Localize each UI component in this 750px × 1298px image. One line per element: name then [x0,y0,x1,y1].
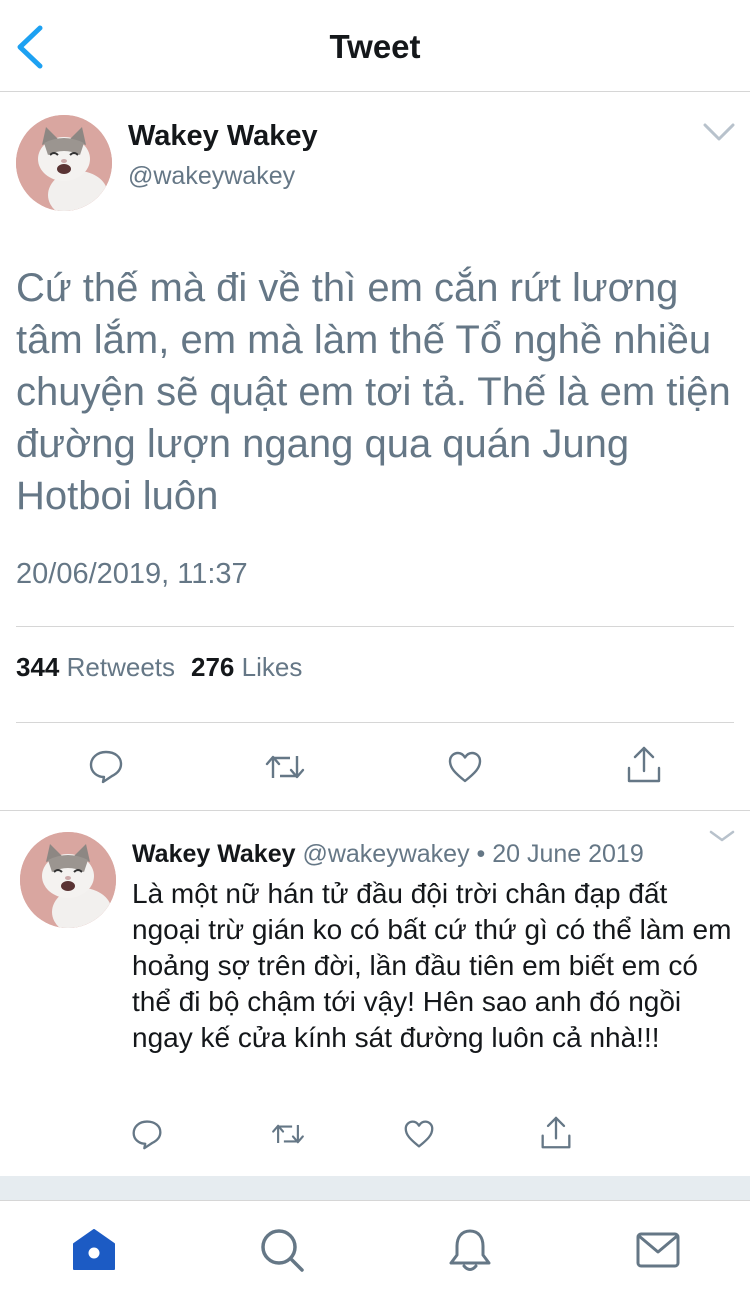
reply-header: Wakey Wakey @wakeywakey • 20 June 2019 [132,840,644,869]
share-icon [627,746,661,783]
heart-icon [448,751,482,783]
tab-home[interactable] [71,1227,117,1273]
reply-text: Là một nữ hán tử đầu đội trời chân đạp đ… [132,878,732,1053]
search-icon [261,1229,304,1272]
retweets-count: 344 [16,652,60,682]
header-bar: Tweet [0,0,750,92]
section-separator [0,1176,750,1200]
heart-icon [404,1120,434,1148]
author-handle[interactable]: @wakeywakey [128,162,295,191]
reply-author-name[interactable]: Wakey Wakey [132,840,296,868]
reply-retweet-button[interactable] [270,1120,306,1148]
reply-meta: @wakeywakey • 20 June 2019 [302,840,644,868]
tab-search[interactable] [259,1227,305,1273]
avatar[interactable] [16,115,112,211]
share-icon [541,1116,571,1149]
retweet-icon [265,755,305,779]
cat-avatar-image [20,832,116,928]
tweet-timestamp: 20/06/2019, 11:37 [16,558,248,590]
likes-label: Likes [241,652,303,682]
reply-more-options-button[interactable] [708,828,736,844]
reply-like-button[interactable] [403,1119,435,1149]
retweets-stat[interactable]: 344 Retweets [16,652,175,682]
divider [16,626,734,627]
bell-icon [449,1229,491,1271]
retweet-button[interactable] [264,750,306,784]
likes-stat[interactable]: 276 Likes [191,652,302,682]
bottom-tab-bar [0,1200,750,1298]
retweets-label: Retweets [66,652,176,682]
divider [16,722,734,723]
home-icon [73,1229,115,1270]
reply-icon [132,1120,162,1150]
reply-reply-button[interactable] [131,1118,163,1150]
author-name[interactable]: Wakey Wakey [128,120,318,153]
like-button[interactable] [447,750,483,784]
avatar[interactable] [20,832,116,928]
reply-share-button[interactable] [540,1116,572,1150]
tweet-text: Cứ thế mà đi về thì em cắn rứt lương tâm… [16,266,731,518]
likes-count: 276 [191,652,235,682]
tab-notifications[interactable] [447,1227,493,1273]
more-options-button[interactable] [702,120,736,144]
chevron-down-icon [703,123,735,141]
reply-button[interactable] [88,748,124,784]
page-title: Tweet [329,28,421,65]
cat-avatar-image [16,115,112,211]
chevron-down-icon [709,830,735,842]
reply-icon [89,750,123,784]
divider [0,810,750,811]
retweet-icon [272,1124,304,1144]
share-button[interactable] [626,746,662,784]
tweet-stats: 344 Retweets 276 Likes [16,652,302,683]
mail-icon [636,1232,680,1268]
tab-messages[interactable] [635,1227,681,1273]
